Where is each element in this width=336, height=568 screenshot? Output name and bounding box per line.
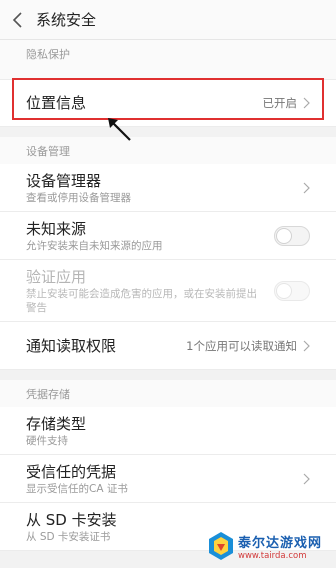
notification-access-item[interactable]: 通知读取权限 1个应用可以读取通知 [0, 322, 336, 370]
back-button[interactable] [0, 0, 36, 40]
top-bar: 系统安全 [0, 0, 336, 40]
page-title: 系统安全 [36, 11, 97, 29]
chevron-right-icon [303, 97, 310, 109]
location-item[interactable]: 位置信息 已开启 [0, 79, 336, 127]
install-sd-subtitle: 从 SD 卡安装证书 [26, 530, 111, 543]
verify-apps-subtitle: 禁止安装可能会造成危害的应用，或在安装前提出警告 [26, 287, 257, 314]
unknown-sources-toggle[interactable] [274, 225, 310, 246]
notification-access-title: 通知读取权限 [26, 336, 117, 355]
section-header-device-admin: 设备管理 [0, 137, 336, 164]
unknown-sources-subtitle: 允许安装来自未知来源的应用 [26, 239, 163, 252]
install-sd-title: 从 SD 卡安装 [26, 510, 117, 529]
verify-apps-item: 验证应用 禁止安装可能会造成危害的应用，或在安装前提出警告 [0, 260, 336, 322]
storage-type-item: 存储类型 硬件支持 [0, 407, 336, 455]
verify-apps-title: 验证应用 [26, 267, 87, 286]
unknown-sources-item[interactable]: 未知来源 允许安装来自未知来源的应用 [0, 212, 336, 260]
section-header-credential: 凭据存储 [0, 380, 336, 407]
storage-type-title: 存储类型 [26, 414, 87, 433]
chevron-left-icon [12, 11, 22, 28]
storage-type-subtitle: 硬件支持 [26, 434, 68, 447]
location-status: 已开启 [262, 96, 298, 110]
verify-apps-toggle [274, 280, 310, 301]
location-title: 位置信息 [26, 94, 87, 112]
chevron-right-icon [303, 473, 310, 485]
unknown-sources-title: 未知来源 [26, 219, 87, 238]
notification-access-value: 1个应用可以读取通知 [186, 338, 297, 353]
watermark-url: www.tairda.com [238, 550, 307, 561]
trusted-credentials-title: 受信任的凭据 [26, 462, 117, 481]
trusted-credentials-item[interactable]: 受信任的凭据 显示受信任的CA 证书 [0, 455, 336, 503]
device-manager-item[interactable]: 设备管理器 查看或停用设备管理器 [0, 164, 336, 212]
watermark-logo-icon [209, 532, 233, 560]
trusted-credentials-subtitle: 显示受信任的CA 证书 [26, 482, 128, 495]
watermark: 泰尔达游戏网 www.tairda.com [208, 524, 336, 568]
chevron-right-icon [303, 340, 310, 352]
device-manager-title: 设备管理器 [26, 171, 102, 190]
device-manager-subtitle: 查看或停用设备管理器 [26, 191, 131, 204]
chevron-right-icon [303, 182, 310, 194]
watermark-name: 泰尔达游戏网 [238, 535, 323, 551]
section-header-privacy: 隐私保护 [0, 40, 336, 67]
